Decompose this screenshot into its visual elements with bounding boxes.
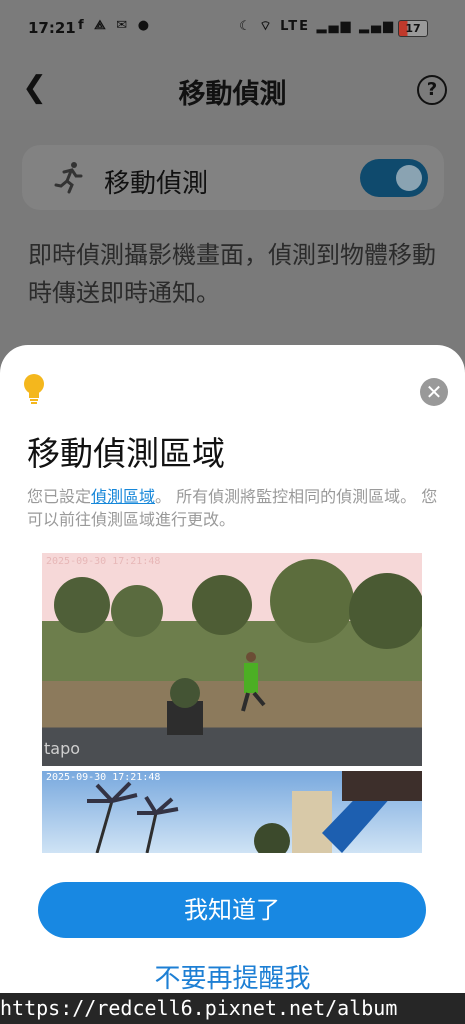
status-time: 17:21 (28, 19, 76, 37)
garden-scene-image (54, 559, 422, 735)
app-header: ❮ 移動偵測 ? (0, 58, 465, 120)
lightbulb-icon (24, 374, 44, 404)
dont-remind-button[interactable]: 不要再提醒我 (0, 958, 465, 995)
camera-timestamp-top: 2025-09-30 17:21:48 (46, 556, 161, 567)
bottom-sheet: ✕ 移動偵測區域 您已設定偵測區域。 所有偵測將監控相同的偵測區域。 您可以前往… (0, 345, 465, 1024)
camera-preview-frame-bottom: 2025-09-30 17:21:48 (42, 771, 422, 853)
signal-icons: ☾ ⌔ LTE ▂▄▆ ▂▄▆ (239, 19, 395, 34)
camera-preview: 2025-09-30 17:21:48 tapo 2025-09-30 17:2… (42, 553, 422, 853)
got-it-button[interactable]: 我知道了 (38, 882, 426, 938)
battery-icon: 17 (398, 20, 428, 37)
sheet-title: 移動偵測區域 (27, 434, 225, 473)
close-icon[interactable]: ✕ (420, 378, 448, 406)
camera-preview-frame-top: 2025-09-30 17:21:48 tapo (42, 553, 422, 766)
camera-timestamp-bottom: 2025-09-30 17:21:48 (46, 772, 161, 783)
toggle-knob (396, 165, 422, 191)
tapo-logo: tapo (44, 739, 81, 758)
sky-scene-image (87, 771, 422, 853)
running-person-icon (54, 162, 83, 194)
notification-icons: f ⟁ ✉ ● (78, 18, 153, 33)
detection-zone-link[interactable]: 偵測區域 (91, 487, 155, 506)
status-bar: 17:21 f ⟁ ✉ ● ☾ ⌔ LTE ▂▄▆ ▂▄▆ 17 (0, 0, 465, 58)
motion-description: 即時偵測攝影機畫面，偵測到物體移動時傳送即時通知。 (28, 241, 436, 307)
motion-detection-label: 移動偵測 (104, 169, 209, 199)
sheet-description: 您已設定偵測區域。 所有偵測將監控相同的偵測區域。 您可以前往偵測區域進行更改。 (27, 485, 442, 531)
page-title: 移動偵測 (178, 79, 287, 110)
watermark: https://redcell6.pixnet.net/album (0, 993, 465, 1024)
motion-detection-card: 移動偵測 (22, 145, 444, 210)
motion-detection-toggle[interactable] (360, 159, 428, 197)
help-icon[interactable]: ? (417, 75, 447, 105)
sheet-description-prefix: 您已設定 (27, 487, 92, 506)
